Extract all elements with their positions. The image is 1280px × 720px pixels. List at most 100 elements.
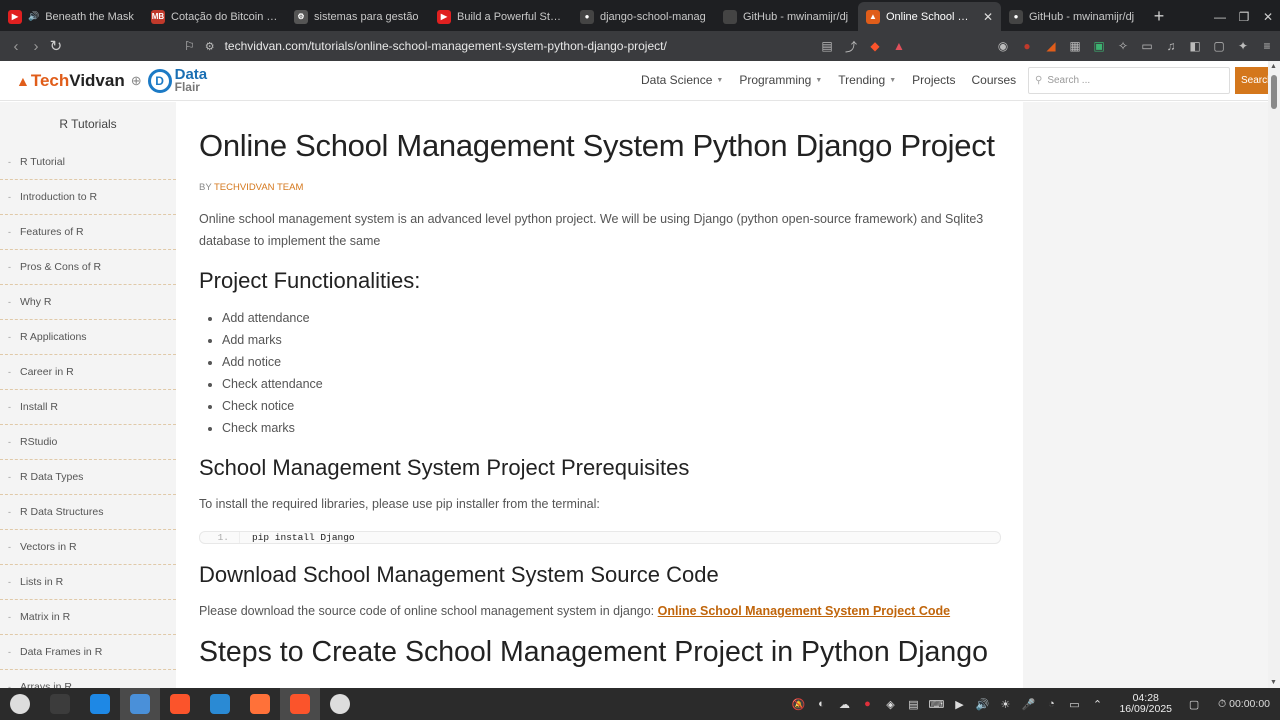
screenshot-icon[interactable]: ◉: [996, 39, 1010, 53]
reader-mode-icon[interactable]: ▤: [820, 39, 834, 53]
download-text: Please download the source code of onlin…: [199, 604, 950, 618]
taskbar-app-system-menu[interactable]: [0, 688, 40, 720]
record-icon[interactable]: ●: [1020, 39, 1034, 53]
sidebar-bullet-icon: -: [8, 577, 11, 587]
taskbar-app-brave-active[interactable]: [280, 688, 320, 720]
download-link[interactable]: Online School Management System Project …: [658, 604, 950, 618]
search-input[interactable]: ⚲ Search ...: [1028, 67, 1230, 94]
browser-tab[interactable]: ▲ Online School Man ✕: [858, 2, 1001, 31]
keyboard-layout-icon[interactable]: ⌨: [929, 697, 945, 711]
scroll-up-icon[interactable]: ▲: [1270, 63, 1277, 70]
brave-shields-icon[interactable]: ◆: [868, 39, 882, 53]
media-play-icon[interactable]: ▶: [952, 697, 966, 711]
sidebar-item[interactable]: -R Tutorial: [0, 145, 176, 180]
sidebar-item-label: Pros & Cons of R: [20, 261, 102, 273]
sidebar-item[interactable]: - Install R: [0, 390, 176, 425]
page-scrollbar[interactable]: ▲ ▼: [1268, 61, 1280, 688]
browser-tab[interactable]: ● django-school-manag: [572, 2, 715, 31]
browser-tab[interactable]: ● GitHub - mwinamijr/dj: [1001, 2, 1144, 31]
menu-item[interactable]: Projects: [912, 73, 955, 87]
close-tab-icon[interactable]: ✕: [983, 10, 993, 24]
scrollbar-thumb[interactable]: [1271, 75, 1277, 109]
menu-item-label: Programming: [739, 73, 812, 87]
minimize-icon[interactable]: —: [1208, 2, 1232, 31]
taskbar-app-vscode[interactable]: [200, 688, 240, 720]
taskbar-app-store[interactable]: [80, 688, 120, 720]
menu-item[interactable]: Programming ▼: [739, 73, 822, 87]
steam-icon[interactable]: ◐: [814, 697, 828, 711]
browser-tab[interactable]: GitHub - mwinamijr/dj: [715, 2, 858, 31]
taskbar-app-terminal[interactable]: [40, 688, 80, 720]
tab-favicon-icon: ⚙: [294, 9, 308, 24]
new-tab-button[interactable]: +: [1144, 2, 1174, 31]
bookmark-icon[interactable]: ⚐: [184, 39, 195, 53]
notifications-off-icon[interactable]: 🔕: [791, 697, 806, 711]
url-field[interactable]: ⚐ ⚙ techvidvan.com/tutorials/online-scho…: [184, 39, 820, 53]
extensions-icon[interactable]: ✧: [1116, 39, 1130, 53]
sidebar-item[interactable]: - Introduction to R: [0, 180, 176, 215]
leo-icon[interactable]: ✦: [1236, 39, 1250, 53]
record-tray-icon[interactable]: ●: [860, 697, 874, 711]
tray-expand-icon[interactable]: ⌃: [1090, 697, 1104, 711]
sidebar-item[interactable]: - Lists in R: [0, 565, 176, 600]
show-desktop-icon[interactable]: ▢: [1187, 697, 1201, 711]
sidebar-item[interactable]: - Career in R: [0, 355, 176, 390]
search-button[interactable]: Search: [1235, 67, 1273, 94]
extension-icon[interactable]: ◢: [1044, 39, 1058, 53]
right-gutter: [1023, 102, 1268, 688]
scroll-down-icon[interactable]: ▼: [1270, 679, 1277, 686]
maximize-icon[interactable]: ❐: [1232, 2, 1256, 31]
wallet-icon[interactable]: ▭: [1140, 39, 1154, 53]
menu-item[interactable]: Trending ▼: [838, 73, 896, 87]
volume-icon[interactable]: 🔊: [975, 697, 990, 711]
sidebar-item[interactable]: - Features of R: [0, 215, 176, 250]
forward-icon[interactable]: ›: [26, 38, 46, 55]
sidebar-item[interactable]: - Why R: [0, 285, 176, 320]
taskbar-app-obs[interactable]: [320, 688, 360, 720]
taskbar-app-brave[interactable]: [160, 688, 200, 720]
menu-item[interactable]: Data Science ▼: [641, 73, 723, 87]
sidebar-item[interactable]: - Arrays in R: [0, 670, 176, 688]
sidebar-item[interactable]: - Data Frames in R: [0, 635, 176, 670]
cloud-icon[interactable]: ☁: [837, 697, 851, 711]
browser-tab[interactable]: ▶ Build a Powerful Stude: [429, 2, 572, 31]
techvidvan-logo[interactable]: ▲ Tech Vidvan: [16, 71, 125, 91]
sidebar-item[interactable]: -R Data Structures: [0, 495, 176, 530]
sidebar-item[interactable]: - Matrix in R: [0, 600, 176, 635]
brightness-icon[interactable]: ☀: [998, 697, 1012, 711]
clock[interactable]: 04:28 16/09/2025: [1119, 693, 1172, 715]
dataflair-logo[interactable]: D Data Flair: [147, 67, 207, 94]
taskbar-app-firefox[interactable]: [240, 688, 280, 720]
browser-menu-icon[interactable]: ≡: [1260, 39, 1274, 53]
browser-tab[interactable]: ⚙ sistemas para gestão: [286, 2, 429, 31]
tab-audio-icon[interactable]: 🔊: [28, 11, 39, 22]
brave-rewards-icon[interactable]: ▲: [892, 39, 906, 53]
taskbar-app-files[interactable]: [120, 688, 160, 720]
clipboard-icon[interactable]: ▤: [906, 697, 920, 711]
display-icon[interactable]: ▭: [1067, 697, 1081, 711]
sidebar-item[interactable]: - Vectors in R: [0, 530, 176, 565]
media-icon[interactable]: ♫: [1164, 39, 1178, 53]
site-info-icon[interactable]: ⚙: [205, 40, 215, 53]
back-icon[interactable]: ‹: [6, 38, 26, 55]
sidebar-item[interactable]: - Pros & Cons of R: [0, 250, 176, 285]
extension3-icon[interactable]: ▣: [1092, 39, 1106, 53]
browser-tab[interactable]: ▶ 🔊 Beneath the Mask: [0, 2, 143, 31]
sidebar-item[interactable]: -R Applications: [0, 320, 176, 355]
sidebar-item[interactable]: -R Data Types: [0, 460, 176, 495]
code-block[interactable]: 1. pip install Django: [199, 531, 1001, 544]
wifi-icon[interactable]: ◔: [1044, 697, 1058, 711]
article-content: Online School Management System Python D…: [177, 102, 1023, 688]
microphone-icon[interactable]: 🎤: [1021, 697, 1036, 711]
browser-tab[interactable]: MB Cotação do Bitcoin | P: [143, 2, 286, 31]
sidebar-item[interactable]: - RStudio: [0, 425, 176, 460]
sidebar-toggle-icon[interactable]: ◧: [1188, 39, 1202, 53]
share-icon[interactable]: ⤴: [844, 39, 858, 54]
author-link[interactable]: TECHVIDVAN TEAM: [214, 182, 303, 193]
close-window-icon[interactable]: ✕: [1256, 2, 1280, 31]
menu-item[interactable]: Courses: [972, 73, 1017, 87]
vpn-icon[interactable]: ◈: [883, 697, 897, 711]
wallet2-icon[interactable]: ▢: [1212, 39, 1226, 53]
extension2-icon[interactable]: ▦: [1068, 39, 1082, 53]
reload-icon[interactable]: ↻: [46, 37, 66, 55]
